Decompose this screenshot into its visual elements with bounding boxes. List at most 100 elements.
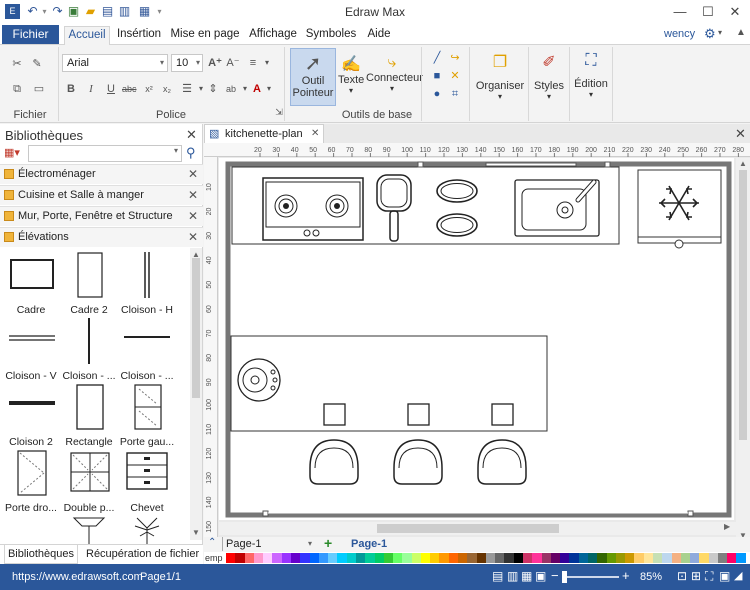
shape-table-lamp[interactable] bbox=[60, 516, 118, 544]
library-section-mur[interactable]: Mur, Porte, Fenêtre et Structure ✕ bbox=[0, 206, 203, 226]
color-swatch[interactable] bbox=[541, 553, 551, 563]
tab-affichage[interactable]: Affichage bbox=[247, 26, 299, 45]
shape-cloison-vertical[interactable]: Cloison - ... bbox=[60, 318, 118, 384]
collapse-ribbon-icon[interactable]: ▲ bbox=[736, 27, 746, 38]
color-swatch[interactable] bbox=[393, 553, 403, 563]
color-swatch[interactable] bbox=[699, 553, 709, 563]
color-swatch[interactable] bbox=[309, 553, 319, 563]
library-search-input[interactable]: ▾ bbox=[28, 145, 182, 162]
strikethrough-icon[interactable]: abc bbox=[122, 82, 137, 96]
library-section-electromenager[interactable]: Électroménager ✕ bbox=[0, 164, 203, 184]
shape-plant[interactable] bbox=[118, 516, 176, 544]
color-swatch[interactable] bbox=[290, 553, 301, 563]
shape-cloison-2[interactable]: Cloison 2 bbox=[2, 384, 60, 450]
color-swatch[interactable] bbox=[402, 553, 412, 563]
library-section-elevations[interactable]: Élévations ✕ bbox=[0, 227, 203, 247]
section-close-icon[interactable]: ✕ bbox=[188, 186, 198, 205]
grow-font-icon[interactable]: A⁺ bbox=[208, 56, 222, 70]
tab-aide[interactable]: Aide bbox=[363, 26, 395, 45]
tab-accueil[interactable]: Accueil bbox=[64, 26, 110, 45]
close-icon[interactable]: ✕ bbox=[724, 3, 746, 21]
underline-icon[interactable]: U bbox=[104, 82, 118, 96]
library-scroll-thumb[interactable] bbox=[192, 258, 200, 398]
pointer-tool-button[interactable]: ➚ Outil Pointeur bbox=[290, 48, 336, 106]
color-swatch[interactable] bbox=[690, 553, 700, 563]
color-swatch[interactable] bbox=[355, 553, 366, 563]
color-swatch[interactable] bbox=[504, 553, 514, 563]
tab-mise-en-page[interactable]: Mise en page bbox=[170, 26, 240, 45]
zoom-slider[interactable] bbox=[563, 576, 619, 578]
view-outline-icon[interactable]: ▥ bbox=[507, 569, 518, 583]
color-swatch[interactable] bbox=[532, 553, 542, 563]
page-tab[interactable]: Page-1 bbox=[351, 538, 387, 550]
color-swatch[interactable] bbox=[615, 553, 626, 563]
bold-icon[interactable]: B bbox=[64, 82, 78, 96]
canvas-hscroll-thumb[interactable] bbox=[377, 524, 559, 533]
color-swatch[interactable] bbox=[680, 553, 691, 563]
color-swatch[interactable] bbox=[625, 553, 635, 563]
align-dropdown-icon[interactable]: ▾ bbox=[260, 56, 274, 70]
bullets-icon[interactable]: ☰ bbox=[180, 82, 194, 96]
crop-tool-icon[interactable]: ⌗ bbox=[448, 87, 462, 101]
color-swatch[interactable] bbox=[643, 553, 653, 563]
color-swatch[interactable] bbox=[448, 553, 459, 563]
tab-symboles[interactable]: Symboles bbox=[305, 26, 357, 45]
shape-cadre[interactable]: Cadre bbox=[2, 252, 60, 318]
color-swatch[interactable] bbox=[253, 553, 264, 563]
user-name[interactable]: wency bbox=[664, 28, 695, 40]
connector-tool-button[interactable]: ⤷ Connecteur ▾ bbox=[366, 48, 423, 106]
paste-icon[interactable]: ▭ bbox=[32, 82, 46, 96]
point-tool-icon[interactable]: ✕ bbox=[448, 69, 462, 83]
status-url[interactable]: https://www.edrawsoft.com bbox=[12, 571, 143, 583]
superscript-icon[interactable]: x² bbox=[142, 82, 156, 96]
tab-bibliotheques[interactable]: Bibliothèques bbox=[4, 545, 78, 564]
color-swatch[interactable] bbox=[727, 553, 737, 563]
edition-button[interactable]: ⛶ Édition ▾ bbox=[571, 48, 611, 118]
tab-insertion[interactable]: Insértion bbox=[114, 26, 164, 45]
section-close-icon[interactable]: ✕ bbox=[188, 228, 198, 247]
color-swatch[interactable] bbox=[272, 553, 282, 563]
color-swatch[interactable] bbox=[708, 553, 718, 563]
shrink-font-icon[interactable]: A⁻ bbox=[226, 56, 240, 70]
curve-tool-icon[interactable]: ↪ bbox=[448, 51, 462, 65]
color-swatch[interactable] bbox=[337, 553, 347, 563]
color-swatch[interactable] bbox=[374, 553, 384, 563]
shape-cloison-horizontal[interactable]: Cloison - ... bbox=[118, 318, 176, 384]
library-categories-icon[interactable]: ▦▾ bbox=[4, 146, 26, 162]
document-tab[interactable]: ▧ kitchenette-plan ✕ bbox=[204, 124, 324, 143]
scroll-down-icon[interactable]: ▼ bbox=[192, 528, 200, 537]
color-swatch[interactable] bbox=[328, 553, 338, 563]
shape-rectangle[interactable]: Rectangle bbox=[60, 384, 118, 450]
document-tab-close-icon[interactable]: ✕ bbox=[311, 125, 319, 143]
full-screen-icon[interactable]: ⛶ bbox=[705, 569, 713, 584]
zoom-out-icon[interactable]: − bbox=[551, 568, 559, 583]
color-swatch[interactable] bbox=[411, 553, 421, 563]
canvas-vscroll-thumb[interactable] bbox=[739, 170, 747, 440]
color-swatch[interactable] bbox=[560, 553, 570, 563]
shape-porte-droite[interactable]: Porte dro... bbox=[2, 450, 60, 516]
scroll-up-icon[interactable]: ▲ bbox=[739, 159, 747, 168]
color-swatch[interactable] bbox=[652, 553, 663, 563]
font-color-dropdown-icon[interactable]: ▾ bbox=[262, 82, 276, 96]
ellipse-tool-icon[interactable]: ● bbox=[430, 87, 444, 101]
fit-width-icon[interactable]: ⊞ bbox=[691, 569, 701, 583]
color-swatch[interactable] bbox=[226, 553, 236, 563]
view-page-icon[interactable]: ▣ bbox=[535, 569, 546, 583]
scroll-right-icon[interactable]: ▶ bbox=[724, 522, 730, 531]
rectangle-tool-icon[interactable]: ■ bbox=[430, 69, 444, 83]
color-swatch[interactable] bbox=[495, 553, 505, 563]
color-swatch[interactable] bbox=[597, 553, 607, 563]
section-close-icon[interactable]: ✕ bbox=[188, 207, 198, 226]
line-tool-icon[interactable]: ╱ bbox=[430, 51, 444, 65]
font-family-select[interactable]: Arial ▾ bbox=[62, 54, 168, 72]
shape-cloison-h[interactable]: Cloison - H bbox=[118, 252, 176, 318]
align-icon[interactable]: ≡ bbox=[246, 56, 260, 70]
view-normal-icon[interactable]: ▤ bbox=[492, 569, 503, 583]
color-swatch[interactable] bbox=[420, 553, 431, 563]
page-selector[interactable]: Page-1 ▾ bbox=[222, 537, 314, 551]
minimize-icon[interactable]: — bbox=[669, 3, 691, 21]
section-close-icon[interactable]: ✕ bbox=[188, 165, 198, 184]
zoom-slider-handle[interactable] bbox=[562, 571, 567, 583]
format-painter-icon[interactable]: ✎ bbox=[30, 57, 44, 71]
color-swatch[interactable] bbox=[717, 553, 728, 563]
